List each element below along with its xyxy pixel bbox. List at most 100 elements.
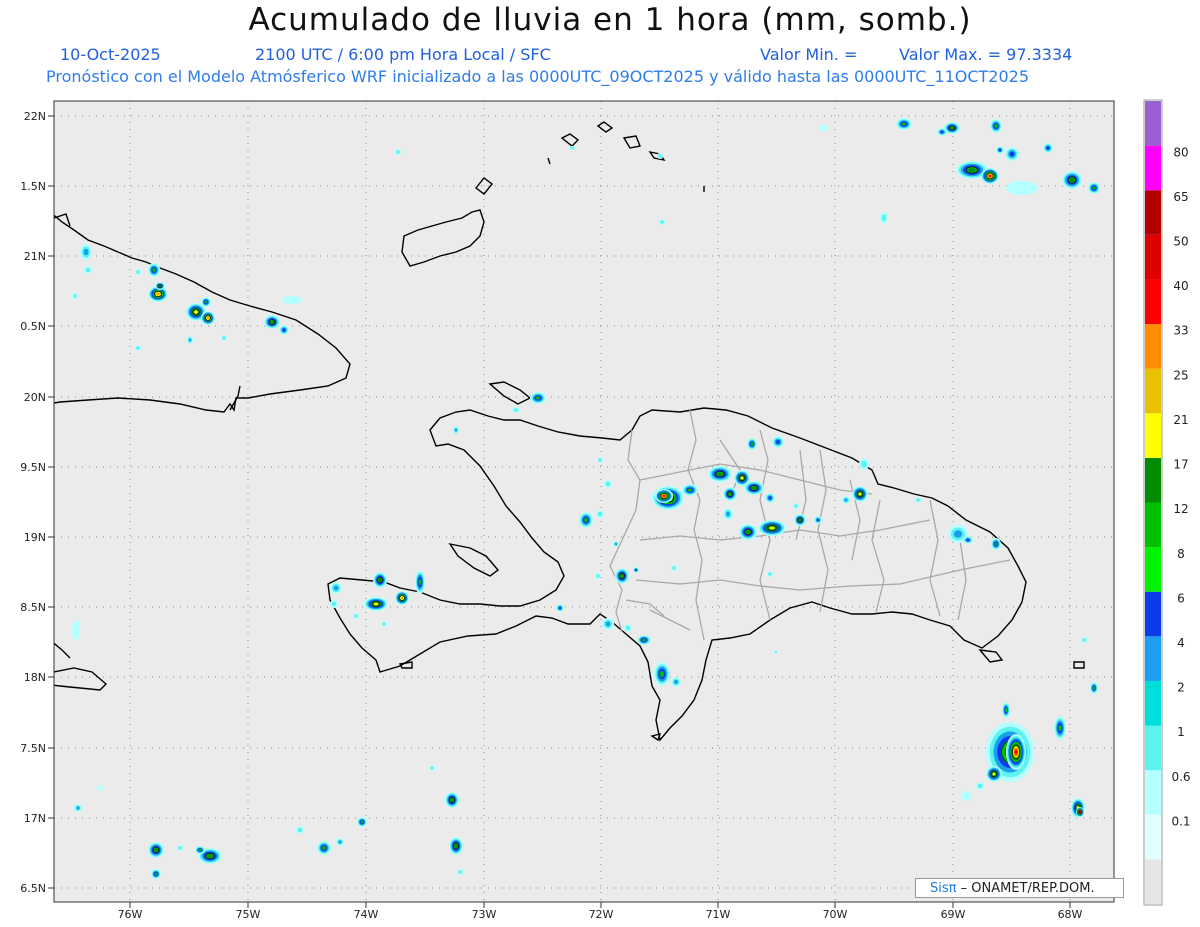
rain-contour <box>204 300 208 304</box>
rain-contour <box>998 148 1002 152</box>
rain-contour <box>844 498 848 502</box>
rain-contour <box>430 766 434 770</box>
rain-cell <box>723 508 733 520</box>
rain-cell <box>72 293 78 299</box>
rain-cell <box>758 520 786 536</box>
rain-cell <box>814 516 822 524</box>
map-background <box>54 101 1114 902</box>
rain-cell <box>445 792 459 808</box>
rain-cell <box>986 766 1002 782</box>
colorbar-swatch <box>1145 413 1161 458</box>
rain-contour <box>513 408 519 412</box>
rain-cell <box>852 486 868 502</box>
rain-contour <box>584 517 588 523</box>
rain-contour <box>992 772 996 776</box>
rain-contour <box>378 578 382 582</box>
rain-cell <box>842 496 850 504</box>
rain-contour <box>728 492 732 496</box>
rain-contour <box>1092 186 1096 190</box>
rain-cell <box>774 650 778 654</box>
colorbar-swatch <box>1145 324 1161 369</box>
rain-cell <box>135 269 141 275</box>
rain-cell <box>353 613 359 619</box>
rain-contour <box>85 267 91 273</box>
colorbar-swatch <box>1145 368 1161 414</box>
lon-label: 70W <box>823 908 848 921</box>
rain-contour <box>207 854 213 858</box>
rain-cell <box>453 426 459 434</box>
rain-cell <box>682 484 698 496</box>
rain-contour <box>360 820 364 824</box>
rain-cell <box>296 826 304 834</box>
rain-cell <box>990 119 1002 133</box>
rain-cell <box>602 618 614 630</box>
rain-cell <box>1062 171 1082 189</box>
rain-cell <box>604 480 612 488</box>
rain-cell <box>772 436 784 448</box>
lon-label: 74W <box>354 908 379 921</box>
rain-contour <box>558 606 562 610</box>
lon-label: 76W <box>118 908 143 921</box>
rain-contour <box>673 679 679 685</box>
rain-cell <box>937 128 947 136</box>
rain-cell <box>596 510 604 518</box>
rain-cell <box>657 153 663 159</box>
rain-cell <box>415 570 425 594</box>
colorbar-label: 50 <box>1173 235 1188 249</box>
colorbar-label: 40 <box>1173 279 1188 293</box>
rain-cell <box>279 325 289 335</box>
rain-contour <box>968 168 976 172</box>
rain-cell <box>1006 734 1026 770</box>
rain-contour <box>798 518 802 522</box>
colorbar-label: 8 <box>1177 547 1185 561</box>
rain-cell <box>381 621 387 627</box>
rain-cell <box>654 662 670 686</box>
rain-contour <box>769 526 775 530</box>
rain-contour <box>136 270 140 274</box>
credit-sis: Sis <box>930 881 949 896</box>
rain-contour <box>282 328 286 332</box>
rain-cell <box>373 572 387 588</box>
rain-cell <box>330 582 342 594</box>
rain-cell <box>739 524 757 540</box>
rain-cell <box>187 336 193 344</box>
rain-cell <box>1088 182 1100 194</box>
colorbar-swatch <box>1145 457 1161 503</box>
rain-contour <box>206 316 210 320</box>
rain-contour <box>953 530 963 538</box>
rain-contour <box>659 670 665 678</box>
rain-cell <box>981 168 999 184</box>
rain-contour <box>672 566 676 570</box>
rain-contour <box>454 844 458 848</box>
rain-cell <box>135 345 141 351</box>
rain-cell <box>201 311 215 325</box>
colorbar-label: 17 <box>1173 458 1188 472</box>
rain-cell <box>282 296 302 304</box>
rain-cell <box>915 497 921 503</box>
rain-contour <box>598 458 602 462</box>
rain-contour <box>76 806 80 810</box>
colorbar-label: 25 <box>1173 368 1188 382</box>
rain-cell <box>201 297 211 307</box>
rain-cell <box>963 536 973 544</box>
rain-cell <box>155 282 165 290</box>
lon-label: 69W <box>941 908 966 921</box>
rain-contour <box>188 338 192 342</box>
rain-contour <box>774 650 778 654</box>
rain-contour <box>658 154 662 158</box>
colorbar-label: 21 <box>1173 413 1188 427</box>
rain-contour <box>861 460 867 468</box>
rain-cell <box>613 541 619 547</box>
lat-label: 19N <box>24 531 46 544</box>
colorbar-swatch <box>1145 725 1161 771</box>
rain-contour <box>373 602 379 606</box>
rain-cell <box>961 791 971 801</box>
rain-contour <box>282 296 302 304</box>
lon-label: 73W <box>472 908 497 921</box>
colorbar-swatch <box>1145 770 1161 815</box>
rain-cell <box>195 846 205 854</box>
rain-contour <box>382 622 386 626</box>
rain-cell <box>530 392 546 404</box>
rain-cell <box>449 837 463 855</box>
lat-label: 21N <box>24 250 46 263</box>
